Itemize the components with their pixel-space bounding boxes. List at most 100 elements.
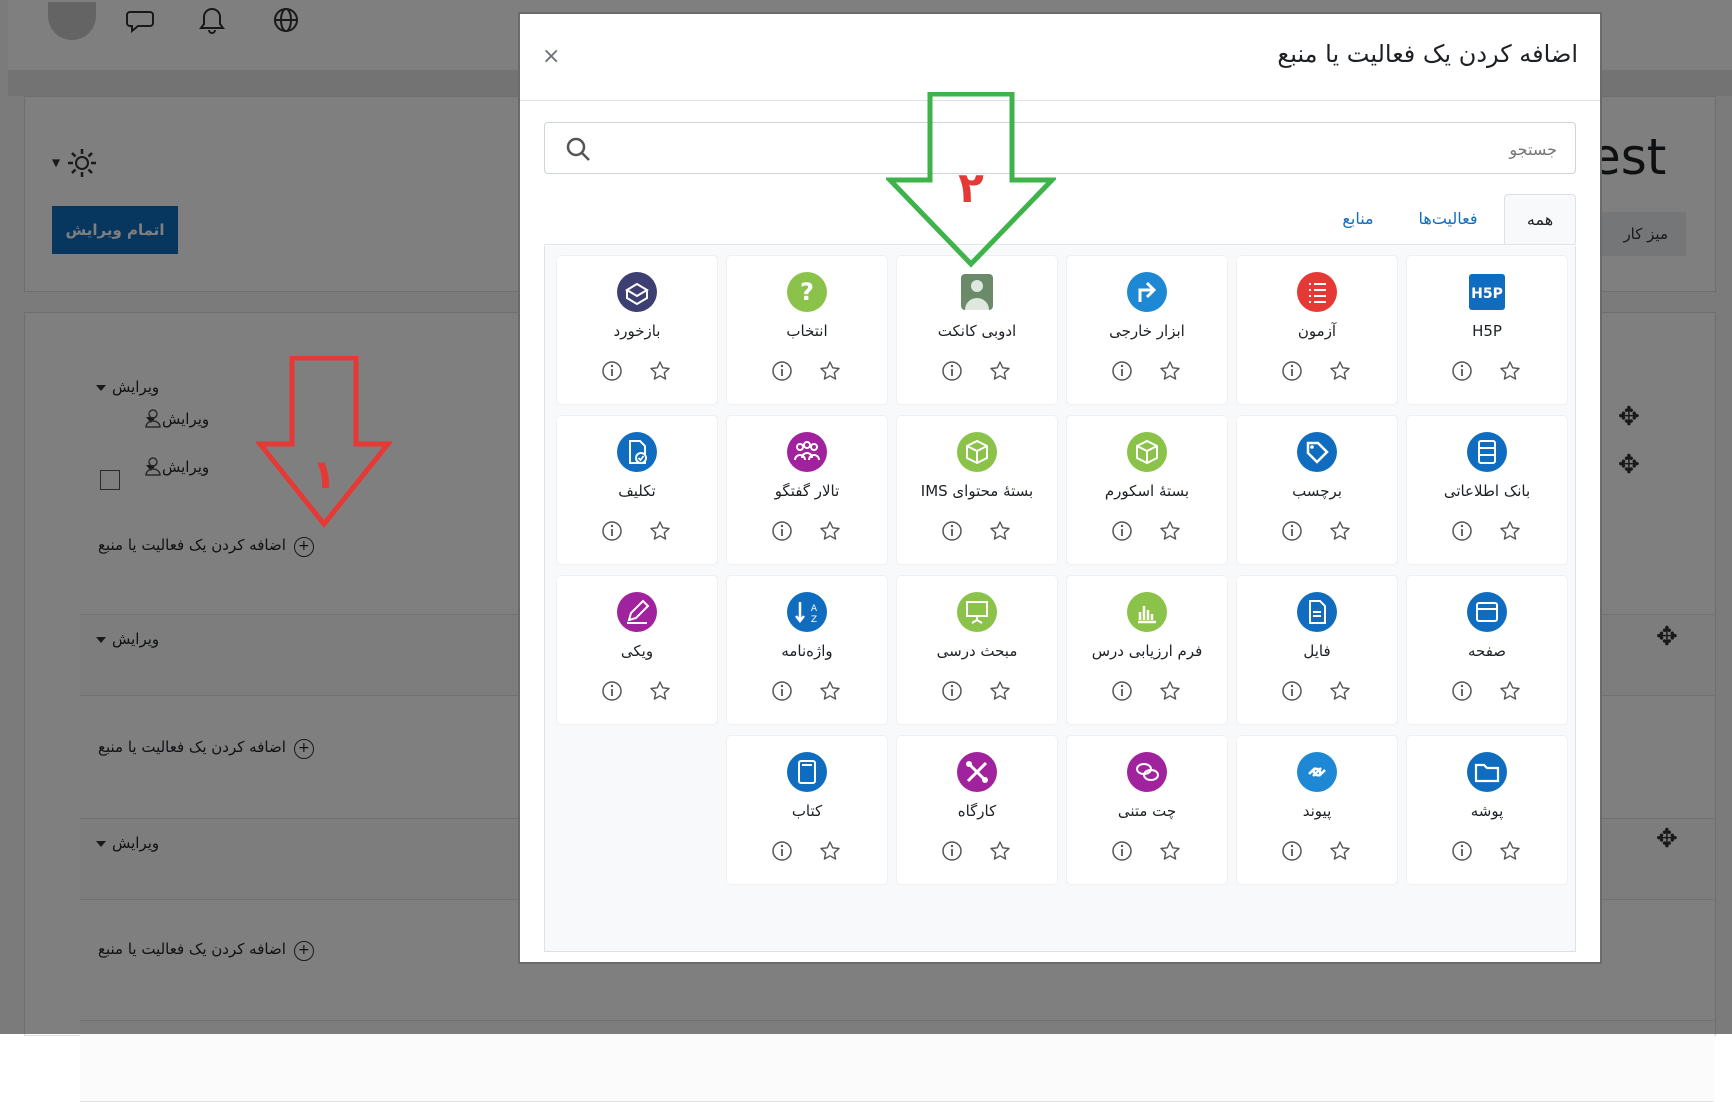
info-icon[interactable] [771,840,793,862]
module-name: ویکی [620,642,654,660]
module-name: بستهٔ محتوای IMS [920,482,1034,500]
module-name: تالار گفتگو [774,482,840,500]
module-name: H5P [1472,322,1502,340]
module-name: کتاب [791,802,823,820]
module-tile[interactable]: آزمون [1237,256,1397,404]
module-tile[interactable]: مبحث درسی [897,576,1057,724]
module-name: صفحه [1467,642,1507,660]
module-name: فرم ارزیابی درس [1091,642,1203,660]
module-tile[interactable]: کارگاه [897,736,1057,884]
star-icon[interactable] [819,680,841,702]
module-tile[interactable]: بستهٔ اسکورم [1067,416,1227,564]
info-icon[interactable] [771,360,793,382]
star-icon[interactable] [1499,840,1521,862]
module-tile[interactable]: فایل [1237,576,1397,724]
info-icon[interactable] [601,520,623,542]
star-icon[interactable] [989,840,1011,862]
star-icon[interactable] [1159,520,1181,542]
star-icon[interactable] [819,520,841,542]
info-icon[interactable] [1451,360,1473,382]
star-icon[interactable] [1329,680,1351,702]
tab-all[interactable]: همه [1504,194,1576,244]
star-icon[interactable] [1159,680,1181,702]
info-icon[interactable] [1111,840,1133,862]
external-tool-icon [1127,272,1167,312]
module-tile[interactable]: فرم ارزیابی درس [1067,576,1227,724]
star-icon[interactable] [649,680,671,702]
chat-bubbles-icon [1127,752,1167,792]
module-name: پیوند [1302,802,1332,820]
module-tile[interactable]: تکلیف [557,416,717,564]
star-icon[interactable] [1329,360,1351,382]
module-tile[interactable]: بازخورد [557,256,717,404]
star-icon[interactable] [989,520,1011,542]
info-icon[interactable] [771,680,793,702]
info-icon[interactable] [601,360,623,382]
module-name: برچسب [1292,482,1342,500]
info-icon[interactable] [601,680,623,702]
info-icon[interactable] [1451,840,1473,862]
search-input[interactable] [605,123,1559,175]
module-tile[interactable]: H5P H5P [1407,256,1567,404]
module-tile[interactable]: پیوند [1237,736,1397,884]
page-icon [1467,592,1507,632]
module-tile[interactable]: پوشه [1407,736,1567,884]
star-icon[interactable] [1329,520,1351,542]
star-icon[interactable] [1499,360,1521,382]
module-name: تکلیف [618,482,656,500]
annotation-arrow-2: ۲ [886,92,1056,268]
info-icon[interactable] [941,840,963,862]
star-icon[interactable] [649,520,671,542]
star-icon[interactable] [1329,840,1351,862]
star-icon[interactable] [819,360,841,382]
module-tile[interactable]: برچسب [1237,416,1397,564]
info-icon[interactable] [1281,360,1303,382]
module-tile[interactable]: کتاب [727,736,887,884]
tab-resources[interactable]: منابع [1322,194,1394,244]
search-icon[interactable] [565,136,591,162]
search-field[interactable] [544,122,1576,175]
star-icon[interactable] [1159,840,1181,862]
tab-activities[interactable]: فعالیت‌ها [1400,194,1496,244]
star-icon[interactable] [819,840,841,862]
arrow-2-number: ۲ [958,163,984,212]
star-icon[interactable] [1499,680,1521,702]
info-icon[interactable] [1451,680,1473,702]
adobe-connect-icon [961,274,993,310]
info-icon[interactable] [941,360,963,382]
activity-chooser-dialog: اضافه کردن یک فعالیت یا منبع × همه فعالی… [518,12,1602,964]
module-tile[interactable]: تالار گفتگو [727,416,887,564]
info-icon[interactable] [1111,360,1133,382]
info-icon[interactable] [941,680,963,702]
close-icon[interactable]: × [542,44,560,69]
assignment-icon [617,432,657,472]
svg-text:A: A [811,604,818,614]
info-icon[interactable] [1451,520,1473,542]
star-icon[interactable] [989,360,1011,382]
svg-text:?: ? [800,278,814,306]
module-tile[interactable]: ادوبی کانکت [897,256,1057,404]
star-icon[interactable] [989,680,1011,702]
module-tile[interactable]: ابزار خارجی [1067,256,1227,404]
info-icon[interactable] [771,520,793,542]
star-icon[interactable] [1499,520,1521,542]
module-tile[interactable]: ? انتخاب [727,256,887,404]
info-icon[interactable] [1281,520,1303,542]
module-tile[interactable]: A Z واژه‌نامه [727,576,887,724]
module-tile[interactable]: صفحه [1407,576,1567,724]
file-icon [1297,592,1337,632]
module-tile[interactable]: ویکی [557,576,717,724]
module-tile[interactable]: بستهٔ محتوای IMS [897,416,1057,564]
info-icon[interactable] [1111,680,1133,702]
star-icon[interactable] [1159,360,1181,382]
info-icon[interactable] [1281,840,1303,862]
module-name: پوشه [1470,802,1504,820]
module-tile[interactable]: چت متنی [1067,736,1227,884]
module-tile[interactable]: بانک اطلاعاتی [1407,416,1567,564]
info-icon[interactable] [1111,520,1133,542]
svg-text:H5P: H5P [1471,286,1503,302]
folder-icon [1467,752,1507,792]
info-icon[interactable] [1281,680,1303,702]
star-icon[interactable] [649,360,671,382]
info-icon[interactable] [941,520,963,542]
